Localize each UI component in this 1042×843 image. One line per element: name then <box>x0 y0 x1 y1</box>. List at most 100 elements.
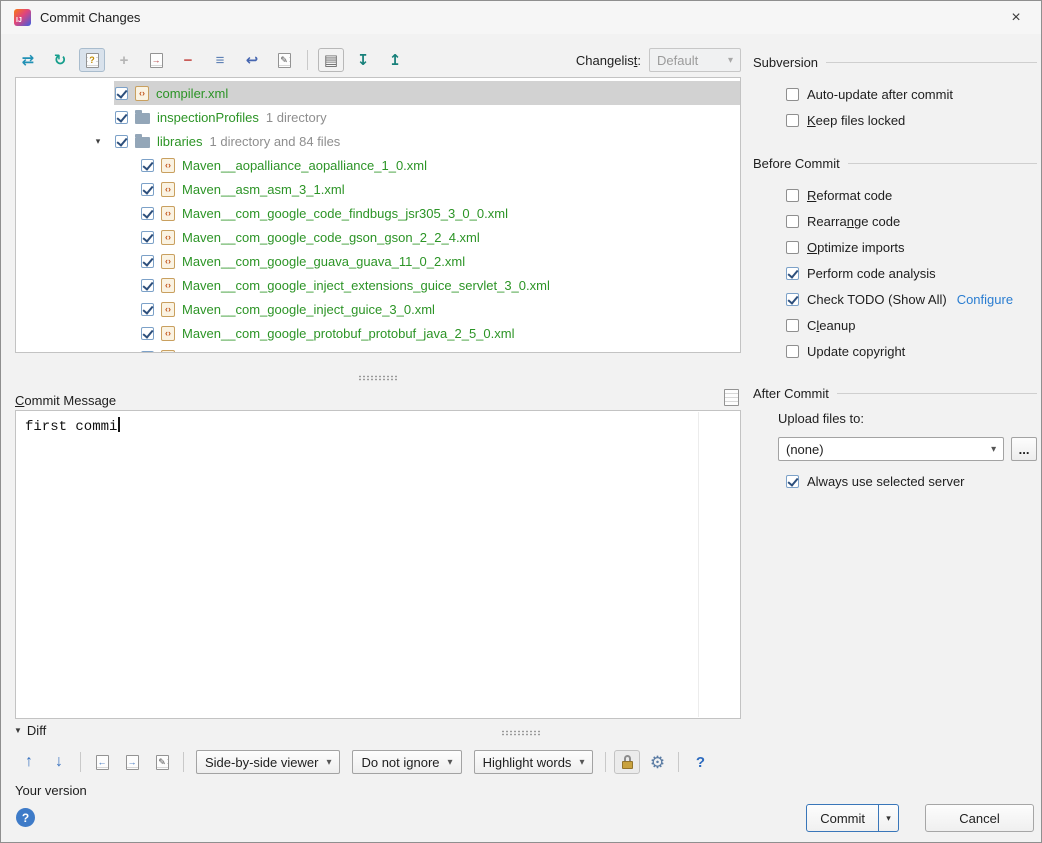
diff-settings-gear-icon-button[interactable]: ⚙ <box>644 750 670 774</box>
collapse-all-icon-button[interactable]: ↥ <box>382 48 408 72</box>
close-icon[interactable]: × <box>1004 9 1028 27</box>
commit-history-icon[interactable] <box>724 389 739 406</box>
include-checkbox[interactable] <box>141 230 154 244</box>
directory-summary: 1 directory <box>265 109 327 125</box>
update-copyright-checkbox[interactable] <box>786 344 799 358</box>
show-unversioned-files-icon-button[interactable]: ? <box>79 48 105 72</box>
check-todo-show-all-checkbox[interactable] <box>786 292 799 306</box>
titlebar: IJ Commit Changes × <box>1 1 1041 34</box>
tree-expand-icon[interactable]: ▾ <box>90 136 114 147</box>
upload-server-combo[interactable]: (none) ▾ <box>778 437 1005 461</box>
commit-options-arrow[interactable]: ▾ <box>878 805 898 831</box>
preview-diff-icon-button[interactable]: ▤ <box>318 48 344 72</box>
your-version-label: Your version <box>15 783 87 798</box>
include-checkbox[interactable] <box>115 86 128 100</box>
browse-button[interactable]: ... <box>1011 437 1037 461</box>
next-file-icon: → <box>125 754 139 770</box>
ignore-whitespace-dropdown[interactable]: Do not ignore ▾ <box>352 750 462 774</box>
tree-row-inspectionprofiles[interactable]: inspectionProfiles 1 directory <box>16 105 740 129</box>
show-diff-icon-button[interactable]: ⇄ <box>15 48 41 72</box>
tree-row-libraries[interactable]: ▾ libraries 1 directory and 84 files <box>16 129 740 153</box>
add-to-vcs-icon-button[interactable]: + <box>111 48 137 72</box>
splitter-handle[interactable] <box>358 375 398 381</box>
diff-toolbar: ↑ ↓ ← → ✎ Side-by-side viewer ▾ Do not ignore ▾ H… <box>16 746 713 778</box>
optimize-imports-checkbox[interactable] <box>786 240 799 254</box>
include-checkbox[interactable] <box>115 134 128 148</box>
include-checkbox[interactable] <box>141 350 154 352</box>
edit-source-icon: ✎ <box>277 52 291 68</box>
next-file-icon-button[interactable]: → <box>119 750 145 774</box>
perform-code-analysis-checkbox[interactable] <box>786 266 799 280</box>
include-checkbox[interactable] <box>141 326 154 340</box>
auto-update-after-commit-checkbox[interactable] <box>786 87 799 101</box>
section-title: Subversion <box>753 54 819 70</box>
intellij-logo-icon: IJ <box>14 9 31 26</box>
option-label: Update copyright <box>807 343 906 359</box>
help-button[interactable]: ? <box>16 808 35 827</box>
diff-section-toggle[interactable]: ▼ Diff <box>14 723 46 738</box>
collapse-triangle-icon: ▼ <box>14 726 22 735</box>
tree-row-maven-com-google-guava-guava-11-0-2-xml[interactable]: ‹› Maven__com_google_guava_guava_11_0_2.x… <box>16 249 740 273</box>
jump-to-source-icon-button[interactable]: ✎ <box>149 750 175 774</box>
toolbar-separator <box>307 50 308 70</box>
file-name: Maven__com_google_code_gson_gson_2_2_4.x… <box>182 229 480 245</box>
cleanup-checkbox[interactable] <box>786 318 799 332</box>
include-checkbox[interactable] <box>141 278 154 292</box>
read-only-lock-icon-button[interactable] <box>614 750 641 774</box>
diff-help-icon-button[interactable]: ? <box>687 750 713 774</box>
revert-icon-button[interactable]: ↩ <box>239 48 265 72</box>
tree-row-maven-asm-asm-3-1-xml[interactable]: ‹› Maven__asm_asm_3_1.xml <box>16 177 740 201</box>
cancel-button[interactable]: Cancel <box>925 804 1034 832</box>
include-checkbox[interactable] <box>115 110 128 124</box>
commit-button[interactable]: Commit ▾ <box>806 804 899 832</box>
expand-all-icon-button[interactable]: ↧ <box>350 48 376 72</box>
chevron-down-icon: ▾ <box>579 756 585 768</box>
tree-row-maven-aopalliance-aopalliance-1-0-xml[interactable]: ‹› Maven__aopalliance_aopalliance_1_0.xml <box>16 153 740 177</box>
diff-help-icon: ? <box>695 753 706 771</box>
configure-link[interactable]: Configure <box>957 292 1013 307</box>
tree-row-maven-com-google-code-gson-gson-2-2-4-xml[interactable]: ‹› Maven__com_google_code_gson_gson_2_2_4… <box>16 225 740 249</box>
previous-file-icon-button[interactable]: ← <box>89 750 115 774</box>
section-title: After Commit <box>753 385 829 401</box>
tree-row-maven-com-google-code-findbugs-jsr305-3-0-0-xml[interactable]: ‹› Maven__com_google_code_findbugs_jsr305… <box>16 201 740 225</box>
refresh-icon: ↻ <box>53 51 67 69</box>
edit-source-icon-button[interactable]: ✎ <box>271 48 297 72</box>
commit-message-editor[interactable]: first commi <box>15 410 741 719</box>
splitter-handle[interactable] <box>501 730 541 736</box>
keep-files-locked-checkbox[interactable] <box>786 113 799 127</box>
chevron-down-icon: ▾ <box>727 54 733 66</box>
refresh-icon-button[interactable]: ↻ <box>47 48 73 72</box>
group-by-changelist-icon-button[interactable]: ≡ <box>207 48 233 72</box>
include-checkbox[interactable] <box>141 182 154 196</box>
include-checkbox[interactable] <box>141 158 154 172</box>
include-checkbox[interactable] <box>141 206 154 220</box>
next-difference-icon-button[interactable]: ↓ <box>46 750 72 774</box>
file-name: Maven__com_google_protobuf_protobuf_java… <box>182 325 515 341</box>
xml-file-icon: ‹› <box>161 253 175 269</box>
include-checkbox[interactable] <box>141 302 154 316</box>
rearrange-code-checkbox[interactable] <box>786 214 799 228</box>
file-name: Maven__com_google_inject_extensions_guic… <box>182 277 550 293</box>
commit-option-row: Keep files locked <box>753 107 1037 133</box>
upload-server-value: (none) <box>786 441 824 457</box>
highlight-mode-dropdown[interactable]: Highlight words ▾ <box>473 750 594 774</box>
side-by-side-viewer-dropdown[interactable]: Side-by-side viewer ▾ <box>196 750 341 774</box>
show-unversioned-files-icon: ? <box>85 52 99 68</box>
tree-row-partial[interactable]: ‹› <box>16 345 740 352</box>
tree-row-maven-com-google-inject-extensions-guice-servlet-3-0-xml[interactable]: ‹› Maven__com_google_inject_extensions_gu… <box>16 273 740 297</box>
tree-row-compiler-xml[interactable]: ‹› compiler.xml <box>16 81 740 105</box>
always-use-selected-server-checkbox[interactable] <box>786 475 799 488</box>
toolbar-separator <box>183 752 184 772</box>
move-to-another-changelist-icon-button[interactable]: → <box>143 48 169 72</box>
previous-difference-icon-button[interactable]: ↑ <box>16 750 42 774</box>
reformat-code-checkbox[interactable] <box>786 188 799 202</box>
include-checkbox[interactable] <box>141 254 154 268</box>
section-title: Before Commit <box>753 155 840 171</box>
changelist-combo[interactable]: Default ▾ <box>649 48 741 72</box>
tree-row-maven-com-google-protobuf-protobuf-java-2-5-0-xml[interactable]: ‹› Maven__com_google_protobuf_protobuf_ja… <box>16 321 740 345</box>
tree-row-maven-com-google-inject-guice-3-0-xml[interactable]: ‹› Maven__com_google_inject_guice_3_0.xml <box>16 297 740 321</box>
xml-file-icon: ‹› <box>161 205 175 221</box>
delete-icon-button[interactable]: − <box>175 48 201 72</box>
file-name: Maven__asm_asm_3_1.xml <box>182 181 345 197</box>
file-name: Maven__com_google_guava_guava_11_0_2.xml <box>182 253 466 269</box>
